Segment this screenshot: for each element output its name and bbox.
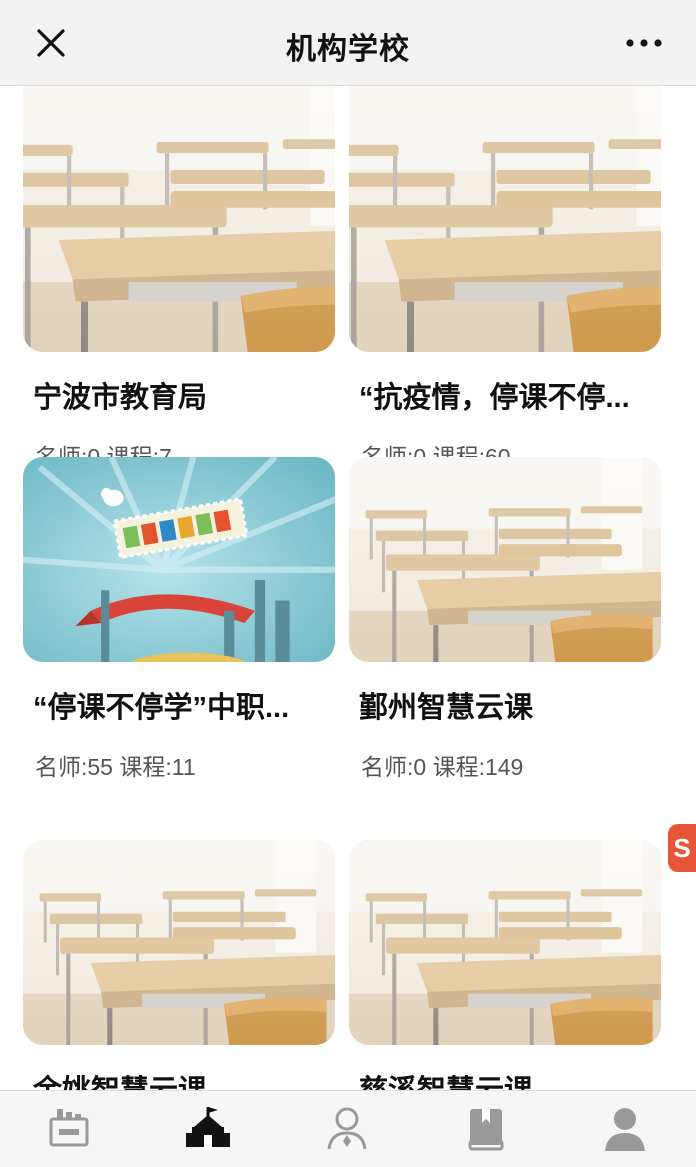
institution-card[interactable]: “停课不停学”中职... 名师:55 课程:11 <box>23 457 335 782</box>
tab-profile[interactable] <box>556 1091 695 1167</box>
top-navigation-bar: 机构学校 <box>0 0 696 86</box>
institution-thumbnail <box>23 840 335 1045</box>
tab-label <box>278 1157 417 1167</box>
institution-thumbnail <box>23 86 335 352</box>
institution-stats: 名师:0 课程:149 <box>361 754 524 780</box>
institution-name: “抗疫情，停课不停... <box>359 382 630 414</box>
institution-card[interactable]: 宁波市教育局 名师:0 课程:7 <box>23 86 335 472</box>
institution-name: 宁波市教育局 <box>33 382 208 414</box>
institution-name: “停课不停学”中职... <box>33 692 290 724</box>
more-options-button[interactable] <box>620 24 668 62</box>
institution-card[interactable]: 慈溪智慧云课 <box>349 840 661 1090</box>
teacher-icon <box>327 1107 367 1150</box>
tab-institutions-home[interactable] <box>0 1091 139 1167</box>
institution-thumbnail <box>349 86 661 352</box>
more-icon <box>626 39 662 47</box>
institution-thumbnail <box>349 457 661 662</box>
institution-name: 慈溪智慧云课 <box>349 1067 649 1090</box>
floating-side-badge[interactable]: S <box>668 824 696 872</box>
tab-label <box>139 1157 278 1167</box>
institution-stats: 名师:55 课程:11 <box>35 754 196 780</box>
institution-grid: 宁波市教育局 名师:0 课程:7 “抗疫情，停课不停... 名师:0 课程:60… <box>0 86 696 1090</box>
book-icon <box>468 1109 504 1151</box>
institution-card[interactable]: 余姚智慧云课 <box>23 840 335 1090</box>
tab-teachers[interactable] <box>278 1091 417 1167</box>
user-icon <box>605 1108 645 1151</box>
tab-label <box>556 1157 695 1167</box>
institution-card[interactable]: 鄞州智慧云课 名师:0 课程:149 <box>349 457 661 782</box>
institution-thumbnail <box>23 457 335 662</box>
school-icon <box>186 1107 230 1147</box>
building-icon <box>49 1109 89 1147</box>
tab-label <box>417 1157 556 1167</box>
tab-schools[interactable] <box>139 1091 278 1167</box>
tab-label <box>0 1157 139 1167</box>
institution-card[interactable]: “抗疫情，停课不停... 名师:0 课程:60 <box>349 86 661 472</box>
tab-courses[interactable] <box>417 1091 556 1167</box>
bottom-tab-bar <box>0 1090 696 1167</box>
page-title: 机构学校 <box>286 33 410 66</box>
institution-name: 余姚智慧云课 <box>23 1067 323 1090</box>
institution-thumbnail <box>349 840 661 1045</box>
institution-name: 鄞州智慧云课 <box>359 692 534 724</box>
